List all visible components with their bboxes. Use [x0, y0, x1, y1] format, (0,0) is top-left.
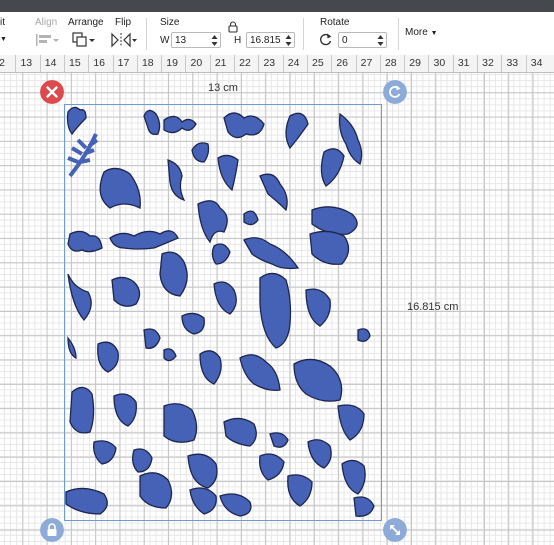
ruler-tick [306, 55, 308, 72]
arrange-label: Arrange [68, 17, 104, 28]
width-input[interactable]: 13 [171, 32, 221, 48]
toolbar-separator [146, 18, 147, 50]
size-label: Size [160, 17, 180, 28]
rotate-handle-icon[interactable] [383, 80, 407, 104]
ruler-tick-label: 22 [239, 57, 251, 69]
align-label: Align [35, 17, 58, 28]
height-input[interactable]: 16.815 [246, 32, 295, 48]
window-top-strip [0, 0, 554, 12]
ruler-tick [477, 55, 478, 72]
height-prefix: H [234, 35, 242, 46]
ruler-tick-label: 27 [360, 57, 373, 69]
ruler-tick-label: 19 [166, 57, 178, 69]
ruler-tick-label: 25 [312, 57, 324, 69]
ruler-tick [331, 55, 333, 72]
ruler-tick [234, 55, 235, 72]
ruler-tick-label: 26 [336, 57, 349, 69]
width-prefix: W [160, 35, 170, 46]
width-value: 13 [175, 35, 187, 46]
more-label: More [405, 27, 428, 38]
ruler-tick-label: 15 [69, 57, 81, 69]
delete-handle-icon[interactable] [40, 80, 64, 104]
ruler-tick [258, 55, 260, 72]
toolbar-separator [303, 18, 304, 50]
ruler-tick-label: 21 [214, 57, 227, 69]
lock-proportions-handle-icon[interactable] [40, 518, 64, 542]
rotate-stepper-icon[interactable] [377, 34, 384, 47]
horizontal-ruler[interactable]: 2 13 14 15 16 17 18 19 20 21 22 23 24 25 26 27 28 29 30 31 3… [0, 55, 554, 73]
ruler-tick-label: 16 [93, 57, 106, 69]
flip-label: Flip [115, 17, 132, 28]
more-button[interactable]: More ▼ [405, 27, 438, 38]
ruler-tick [355, 55, 357, 72]
more-caret-icon: ▼ [430, 30, 438, 37]
ruler-tick [88, 55, 90, 72]
design-artwork[interactable] [64, 104, 382, 521]
ruler-tick-label: 23 [263, 57, 276, 69]
ruler-tick [379, 55, 381, 72]
ruler-tick-label: 24 [287, 57, 300, 69]
edit-label: it [0, 17, 5, 28]
ruler-tick [161, 55, 163, 72]
rotate-value: 0 [342, 35, 348, 46]
height-value: 16.815 [250, 35, 281, 46]
ruler-tick [501, 55, 503, 72]
ruler-tick [525, 55, 527, 72]
rotate-label: Rotate [320, 17, 350, 28]
rotate-input[interactable]: 0 [338, 32, 387, 48]
ruler-tick-label: 29 [409, 57, 421, 69]
lock-icon[interactable] [228, 21, 238, 33]
arrange-icon[interactable] [72, 32, 96, 48]
ruler-tick-label: 31 [457, 57, 470, 69]
rotate-icon[interactable] [318, 31, 334, 47]
ruler-tick-label: 20 [190, 57, 203, 69]
align-icon[interactable] [35, 33, 59, 47]
ruler-tick [282, 55, 284, 72]
height-dimension-label: 16.815 cm [407, 301, 459, 313]
ruler-tick-label: 17 [117, 57, 130, 69]
ruler-tick [404, 55, 406, 72]
ruler-tick [136, 55, 138, 72]
ruler-tick [15, 55, 17, 72]
ruler-tick-label: 30 [433, 57, 446, 69]
ruler-tick [185, 55, 187, 72]
edit-toolbar: it ▼ Align Arrange Flip Size W 13 H 16.8… [0, 12, 554, 56]
ruler-tick-label: 18 [141, 57, 154, 69]
ruler-tick-label: 14 [44, 57, 57, 69]
height-stepper-icon[interactable] [285, 34, 292, 47]
ruler-tick-label: 13 [20, 57, 33, 69]
flip-icon[interactable] [111, 32, 137, 48]
ruler-tick [63, 55, 65, 72]
ruler-tick-label: 33 [506, 57, 519, 69]
width-dimension-label: 13 cm [208, 82, 238, 94]
ruler-tick [112, 55, 114, 72]
edit-dropdown-caret[interactable]: ▼ [0, 36, 7, 43]
ruler-tick-label: 2 [0, 57, 5, 69]
width-stepper-icon[interactable] [211, 34, 218, 47]
ruler-tick [452, 55, 454, 72]
ruler-tick-label: 34 [530, 57, 543, 69]
ruler-tick [209, 55, 211, 72]
ruler-tick-label: 32 [482, 57, 494, 69]
toolbar-separator [398, 18, 399, 50]
ruler-tick [39, 55, 41, 72]
resize-handle-icon[interactable] [383, 518, 407, 542]
ruler-tick-label: 28 [384, 57, 397, 69]
ruler-tick [428, 55, 430, 72]
